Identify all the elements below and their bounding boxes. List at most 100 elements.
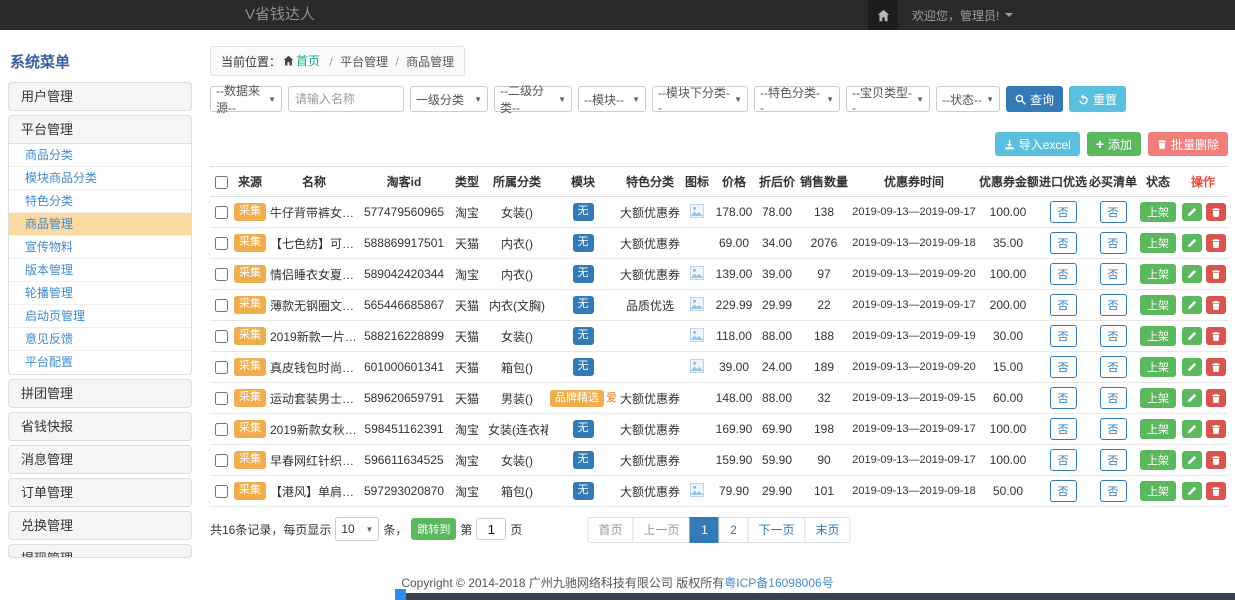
delete-button[interactable] [1206,296,1226,314]
cell-select[interactable] [210,259,232,290]
status-button[interactable]: 上架 [1140,388,1176,408]
must-buy-toggle[interactable]: 否 [1100,232,1127,254]
filter-select-data_source[interactable]: --数据来源--▼ [210,86,282,112]
delete-button[interactable] [1206,203,1226,221]
filter-select-category2[interactable]: --二级分类--▼ [494,86,572,112]
sidebar-item[interactable]: 版本管理 [9,259,191,282]
page-number-input[interactable] [476,518,506,540]
must-buy-toggle[interactable]: 否 [1100,263,1127,285]
row-checkbox[interactable] [215,454,228,467]
delete-button[interactable] [1206,265,1226,283]
edit-button[interactable] [1182,451,1202,469]
delete-button[interactable] [1206,358,1226,376]
sidebar-section-toggle[interactable]: 用户管理 [9,83,191,110]
add-button[interactable]: + 添加 [1087,132,1141,156]
sidebar-section-toggle[interactable]: 消息管理 [9,446,191,473]
filter-select-item_type[interactable]: --宝贝类型--▼ [846,86,930,112]
status-button[interactable]: 上架 [1140,419,1176,439]
filter-select-feature[interactable]: --特色分类--▼ [754,86,840,112]
reset-button[interactable]: 重置 [1069,86,1126,112]
edit-button[interactable] [1182,265,1202,283]
status-button[interactable]: 上架 [1140,233,1176,253]
import-select-toggle[interactable]: 否 [1050,418,1077,440]
must-buy-toggle[interactable]: 否 [1100,356,1127,378]
status-button[interactable]: 上架 [1140,326,1176,346]
filter-select-category1[interactable]: 一级分类▼ [410,86,488,112]
import-select-toggle[interactable]: 否 [1050,387,1077,409]
cell-select[interactable] [210,352,232,383]
edit-button[interactable] [1182,234,1202,252]
must-buy-toggle[interactable]: 否 [1100,418,1127,440]
import-select-toggle[interactable]: 否 [1050,263,1077,285]
import-select-toggle[interactable]: 否 [1050,201,1077,223]
cell-select[interactable] [210,321,232,352]
must-buy-toggle[interactable]: 否 [1100,201,1127,223]
delete-button[interactable] [1206,451,1226,469]
row-checkbox[interactable] [215,330,228,343]
batch-delete-button[interactable]: 批量删除 [1148,132,1228,156]
row-checkbox[interactable] [215,268,228,281]
must-buy-toggle[interactable]: 否 [1100,325,1127,347]
import-select-toggle[interactable]: 否 [1050,449,1077,471]
must-buy-toggle[interactable]: 否 [1100,294,1127,316]
status-button[interactable]: 上架 [1140,450,1176,470]
edit-button[interactable] [1182,482,1202,500]
page-size-select[interactable]: 10▼ [335,517,379,541]
row-checkbox[interactable] [215,392,228,405]
must-buy-toggle[interactable]: 否 [1100,387,1127,409]
row-checkbox[interactable] [215,423,228,436]
sidebar-item[interactable]: 轮播管理 [9,282,191,305]
sidebar-section-toggle[interactable]: 订单管理 [9,479,191,506]
import-select-toggle[interactable]: 否 [1050,325,1077,347]
sidebar-item[interactable]: 特色分类 [9,190,191,213]
edit-button[interactable] [1182,203,1202,221]
sidebar-section-toggle[interactable]: 兑换管理 [9,512,191,539]
cell-select[interactable] [210,476,232,507]
filter-select-module[interactable]: --模块--▼ [578,86,646,112]
filter-select-status[interactable]: --状态--▼ [936,86,1000,112]
status-button[interactable]: 上架 [1140,202,1176,222]
delete-button[interactable] [1206,389,1226,407]
jump-button[interactable]: 跳转到 [411,518,456,540]
sidebar-item[interactable]: 平台配置 [9,351,191,374]
status-button[interactable]: 上架 [1140,264,1176,284]
topbar-home-button[interactable] [868,0,898,30]
filter-input-name[interactable] [288,86,404,112]
delete-button[interactable] [1206,420,1226,438]
must-buy-toggle[interactable]: 否 [1100,449,1127,471]
import-excel-button[interactable]: 导入excel [995,132,1080,156]
page-button[interactable]: 末页 [805,517,851,543]
sidebar-item[interactable]: 意见反馈 [9,328,191,351]
sidebar-item[interactable]: 商品分类 [9,144,191,167]
edit-button[interactable] [1182,389,1202,407]
row-checkbox[interactable] [215,299,228,312]
import-select-toggle[interactable]: 否 [1050,294,1077,316]
must-buy-toggle[interactable]: 否 [1100,480,1127,502]
import-select-toggle[interactable]: 否 [1050,480,1077,502]
delete-button[interactable] [1206,482,1226,500]
status-button[interactable]: 上架 [1140,357,1176,377]
filter-select-module_sub[interactable]: --模块下分类--▼ [652,86,748,112]
sidebar-item[interactable]: 启动页管理 [9,305,191,328]
sidebar-section-toggle[interactable]: 省钱快报 [9,413,191,440]
page-button[interactable]: 1 [690,517,720,543]
status-button[interactable]: 上架 [1140,295,1176,315]
cell-select[interactable] [210,414,232,445]
edit-button[interactable] [1182,420,1202,438]
row-checkbox[interactable] [215,485,228,498]
breadcrumb-home-link[interactable]: 首页 [283,52,320,69]
sidebar-item[interactable]: 宣传物料 [9,236,191,259]
delete-button[interactable] [1206,327,1226,345]
delete-button[interactable] [1206,234,1226,252]
edit-button[interactable] [1182,296,1202,314]
sidebar-section-toggle[interactable]: 提现管理 [9,545,191,558]
cell-select[interactable] [210,445,232,476]
row-checkbox[interactable] [215,206,228,219]
page-button[interactable]: 2 [719,517,749,543]
cell-select[interactable] [210,197,232,228]
cell-select[interactable] [210,383,232,414]
user-menu[interactable]: 欢迎您，管理员! [912,7,1013,24]
import-select-toggle[interactable]: 否 [1050,232,1077,254]
cell-select[interactable] [210,290,232,321]
row-checkbox[interactable] [215,237,228,250]
